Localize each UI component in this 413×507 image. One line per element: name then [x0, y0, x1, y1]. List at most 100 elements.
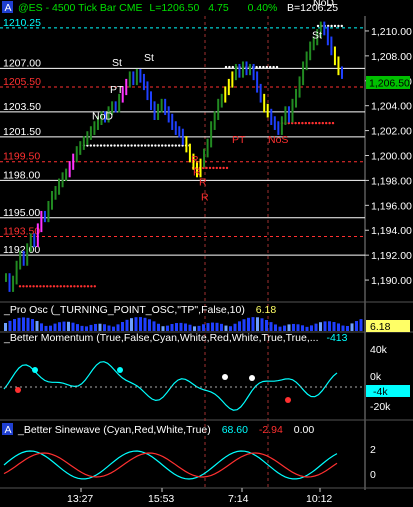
signal-annotation: St	[312, 29, 322, 41]
support-resistance-dots	[18, 24, 343, 288]
osc-bar	[301, 325, 304, 331]
support-dot	[130, 144, 133, 147]
time-tick-label: 15:53	[148, 493, 174, 505]
osc-bar	[76, 324, 79, 331]
momentum-tick-neg20k: -20k	[370, 401, 391, 413]
osc-bar	[143, 317, 147, 331]
osc-bar	[341, 325, 345, 331]
osc-bar	[121, 321, 124, 331]
support-dot	[265, 65, 268, 69]
osc-bar	[328, 321, 331, 331]
support-dot	[167, 144, 171, 147]
osc-bar	[256, 317, 259, 331]
chart-title: @ES - 4500 Tick Bar CME L=1206.50 4.75 0…	[18, 2, 277, 14]
price-level-label: 1198.00	[3, 169, 40, 181]
support-dot	[316, 24, 320, 28]
resistance-dot	[39, 285, 42, 288]
resistance-dot	[56, 285, 59, 288]
osc-bar	[13, 319, 16, 331]
momentum-badge: -4k	[373, 386, 388, 398]
osc-bar	[107, 325, 111, 331]
support-dot	[174, 144, 177, 147]
last-price: L=1206.50	[149, 2, 199, 14]
osc-bar	[152, 321, 156, 331]
sinewave-label: _Better Sinewave (Cyan,Red,White,True) 6…	[17, 424, 314, 436]
resistance-dot	[49, 285, 52, 288]
price-tick-label: 1,204.00	[371, 101, 412, 113]
net-change: 4.75	[208, 2, 229, 14]
time-tick-label: 7:14	[228, 493, 249, 505]
osc-bar	[359, 319, 363, 331]
support-dot	[99, 144, 103, 147]
osc-bar	[40, 323, 43, 331]
support-dot	[330, 24, 333, 28]
osc-bar	[116, 324, 120, 331]
osc-bar	[67, 321, 70, 331]
pct-change: 0.40%	[248, 2, 278, 14]
support-dot	[161, 144, 164, 147]
resistance-dot	[69, 285, 73, 288]
resistance-dot	[205, 166, 208, 170]
osc-bar	[332, 321, 336, 331]
price-tick-label: 1,194.00	[371, 225, 412, 237]
price-level-label: 1210.25	[3, 17, 41, 29]
support-dot	[93, 144, 96, 147]
osc-bar	[44, 325, 48, 331]
osc-bar	[134, 317, 138, 331]
osc-bar	[188, 324, 192, 331]
osc-bar	[206, 323, 210, 331]
price-tick-label: 1,208.00	[371, 51, 412, 63]
osc-bar	[179, 322, 183, 331]
momentum-signal-dot	[222, 374, 228, 380]
osc-bar	[125, 319, 129, 331]
momentum-label: _Better Momentum (True,False,Cyan,White,…	[3, 332, 348, 344]
time-tick-label: 13:27	[67, 493, 93, 505]
support-dot	[89, 144, 93, 147]
momentum-series	[3, 361, 338, 411]
price-level-label: 1195.00	[3, 207, 40, 219]
osc-bar	[157, 323, 160, 331]
osc-bar	[265, 319, 268, 331]
momentum-signal-dot	[285, 397, 291, 403]
support-dot	[113, 144, 116, 147]
osc-bar	[292, 323, 295, 331]
osc-bar	[193, 326, 196, 331]
osc-bar	[260, 318, 264, 331]
pro-osc-badge: 6.18	[370, 321, 391, 333]
resistance-dot	[297, 121, 301, 125]
osc-bar	[337, 323, 340, 331]
osc-bar	[89, 324, 93, 331]
resistance-dot	[318, 121, 321, 125]
bid-price: B=1206.25	[287, 2, 338, 14]
header-badge[interactable]: A	[5, 2, 12, 14]
resistance-dot	[22, 285, 25, 288]
sinewave-badge[interactable]: A	[5, 424, 12, 436]
support-dot	[272, 65, 275, 69]
chart-canvas: 1210.25 1207.00 1205.50 1203.50 1201.50 1199.…	[0, 0, 413, 505]
osc-bar	[355, 321, 358, 331]
sinewave-tick-2: 2	[370, 444, 376, 456]
momentum-tick-0k: 0k	[370, 371, 382, 383]
momentum-value: -413	[326, 332, 347, 344]
price-bars	[5, 21, 343, 292]
osc-bar	[94, 323, 97, 331]
resistance-dot	[62, 285, 66, 288]
support-dot	[140, 144, 143, 147]
osc-bar	[202, 324, 205, 331]
price-tick-label: 1,196.00	[371, 200, 412, 212]
price-level-label: 1203.50	[3, 101, 41, 113]
signal-annotation: PT	[232, 134, 246, 146]
resistance-dot	[93, 285, 97, 288]
time-tick-label: 10:12	[306, 493, 332, 505]
time-axis: 13:27 15:53 7:14 10:12	[67, 488, 332, 505]
osc-bar	[85, 326, 88, 331]
osc-bar	[274, 324, 277, 331]
support-dot	[133, 144, 137, 147]
osc-bar	[103, 324, 106, 331]
sinewave-title: _Better Sinewave (Cyan,Red,White,True)	[17, 424, 211, 436]
osc-bar	[17, 317, 21, 331]
osc-bar	[98, 323, 102, 331]
sinewave-value-1: 68.60	[222, 424, 248, 436]
price-tick-label: 1,190.00	[371, 275, 412, 287]
signal-annotation: R	[199, 176, 207, 188]
